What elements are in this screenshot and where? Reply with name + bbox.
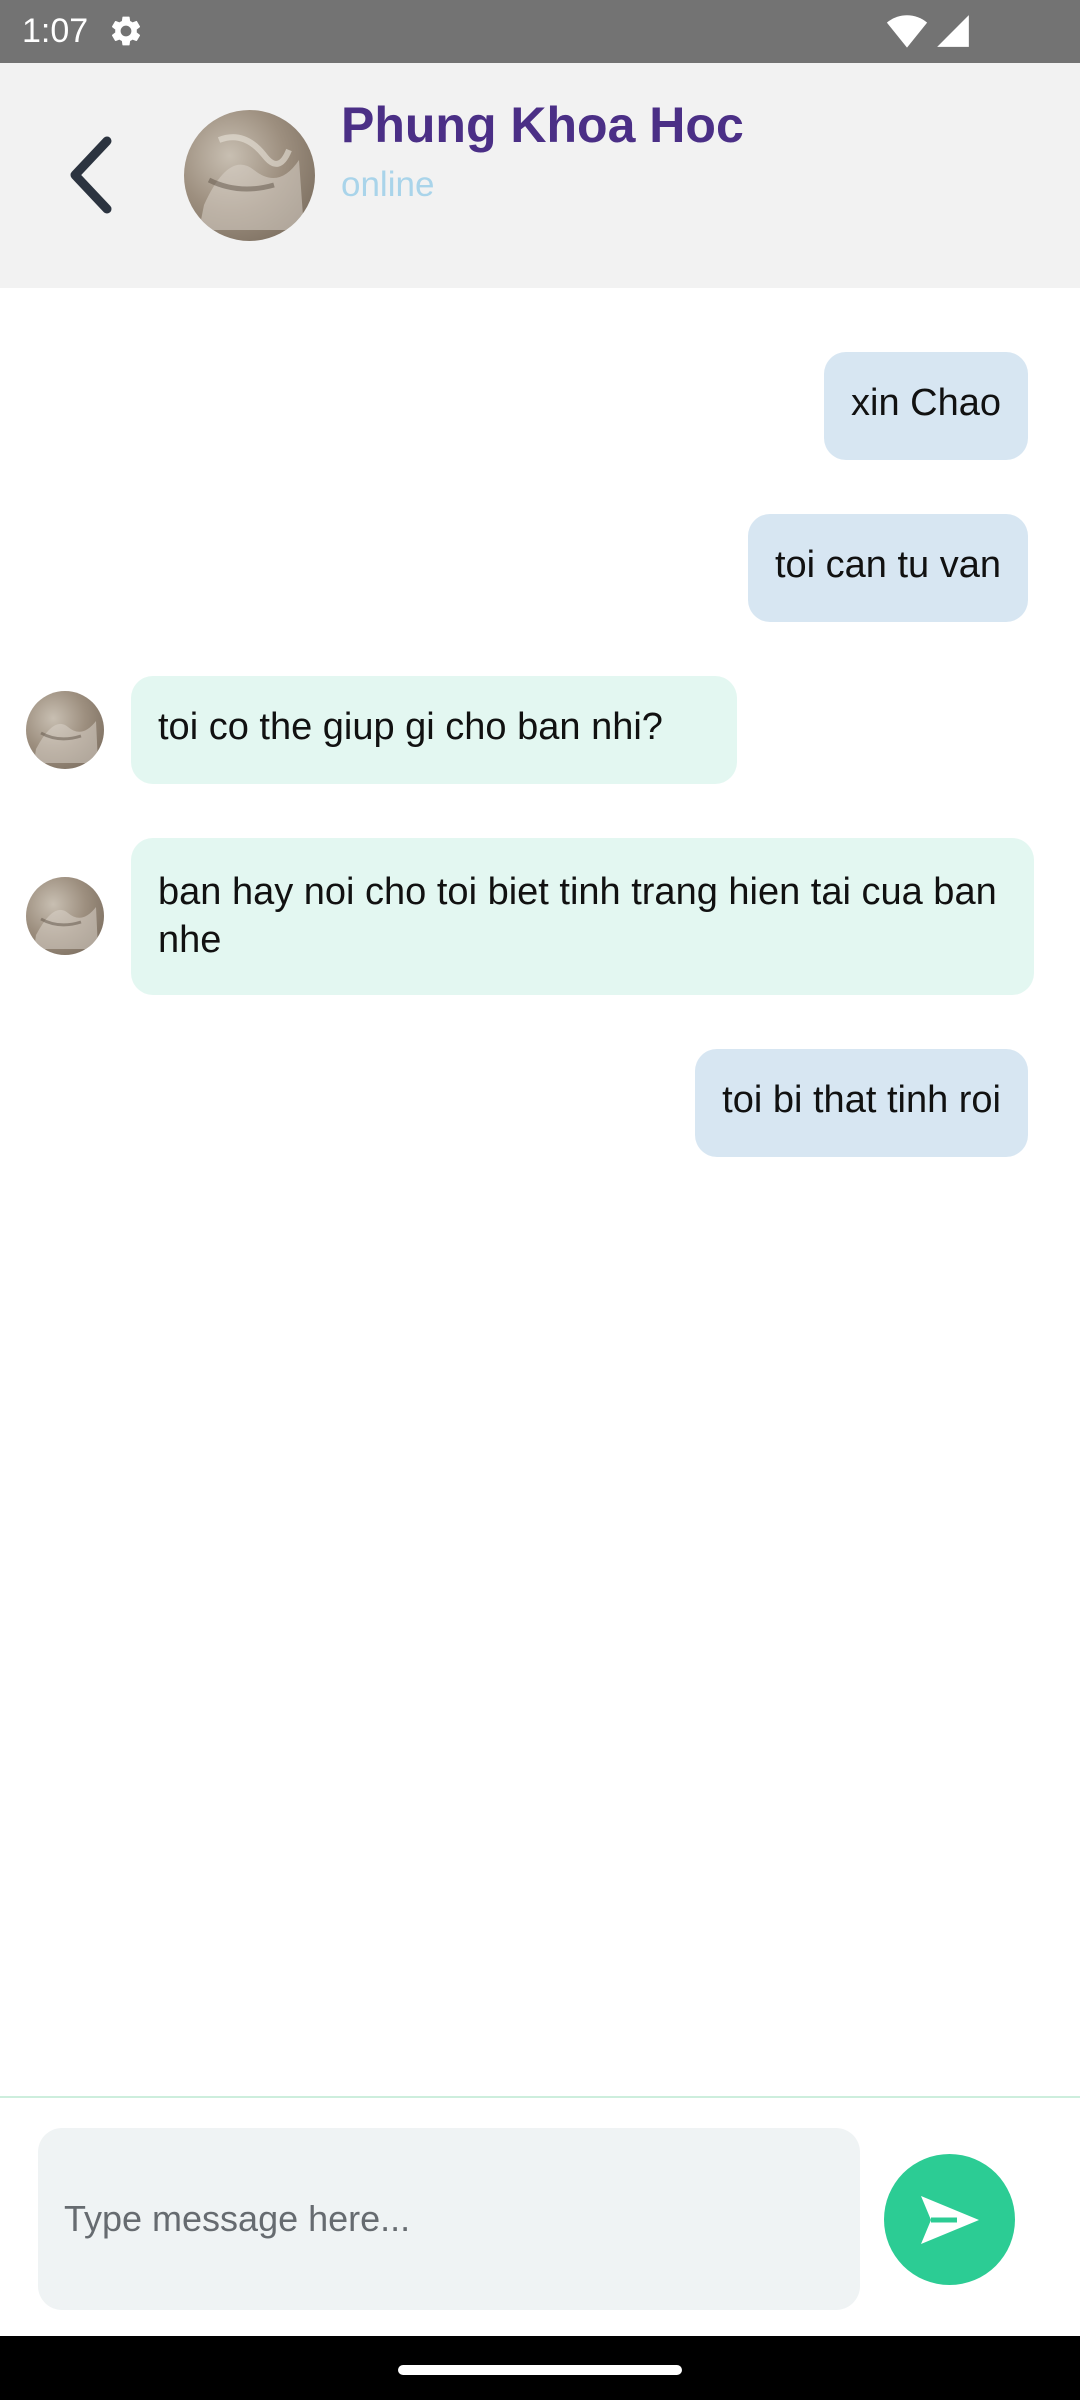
home-indicator[interactable] — [398, 2365, 682, 2375]
sender-avatar[interactable] — [26, 877, 104, 955]
message-text: toi can tu van — [774, 544, 1001, 586]
avatar-photo — [34, 721, 98, 763]
chat-screen: 1:07 Phung Khoa Hoc online xin Chao toi … — [0, 0, 1080, 2400]
message-text: xin Chao — [851, 382, 1001, 424]
contact-status: online — [341, 165, 435, 204]
status-bar: 1:07 — [0, 0, 1080, 63]
incoming-message[interactable]: toi co the giup gi cho ban nhi? — [131, 676, 737, 784]
incoming-message[interactable]: ban hay noi cho toi biet tinh trang hien… — [131, 838, 1034, 995]
avatar-photo — [199, 134, 304, 230]
outgoing-message[interactable]: toi can tu van — [747, 514, 1028, 622]
navigation-bar — [0, 2336, 1080, 2400]
wifi-icon — [886, 15, 928, 48]
message-list[interactable]: xin Chao toi can tu van toi co the giup … — [0, 288, 1080, 2096]
status-time: 1:07 — [22, 12, 89, 50]
cell-signal-icon — [937, 15, 969, 47]
outgoing-message[interactable]: toi bi that tinh roi — [695, 1049, 1028, 1157]
message-text: toi bi that tinh roi — [722, 1079, 1001, 1121]
outgoing-message[interactable]: xin Chao — [824, 352, 1028, 460]
message-text: toi co the giup gi cho ban nhi? — [158, 706, 663, 748]
message-text: ban hay noi cho toi biet tinh trang hien… — [158, 871, 997, 961]
contact-avatar[interactable] — [184, 110, 315, 241]
back-button[interactable] — [48, 125, 132, 225]
sender-avatar[interactable] — [26, 691, 104, 769]
avatar-photo — [34, 907, 98, 949]
gear-icon — [111, 16, 141, 46]
message-input[interactable] — [38, 2128, 860, 2310]
message-composer — [0, 2096, 1080, 2338]
send-icon — [920, 2195, 979, 2244]
chevron-left-icon — [70, 136, 112, 214]
contact-name: Phung Khoa Hoc — [341, 97, 744, 153]
chat-header: Phung Khoa Hoc online — [0, 63, 1080, 288]
send-button[interactable] — [884, 2154, 1015, 2285]
